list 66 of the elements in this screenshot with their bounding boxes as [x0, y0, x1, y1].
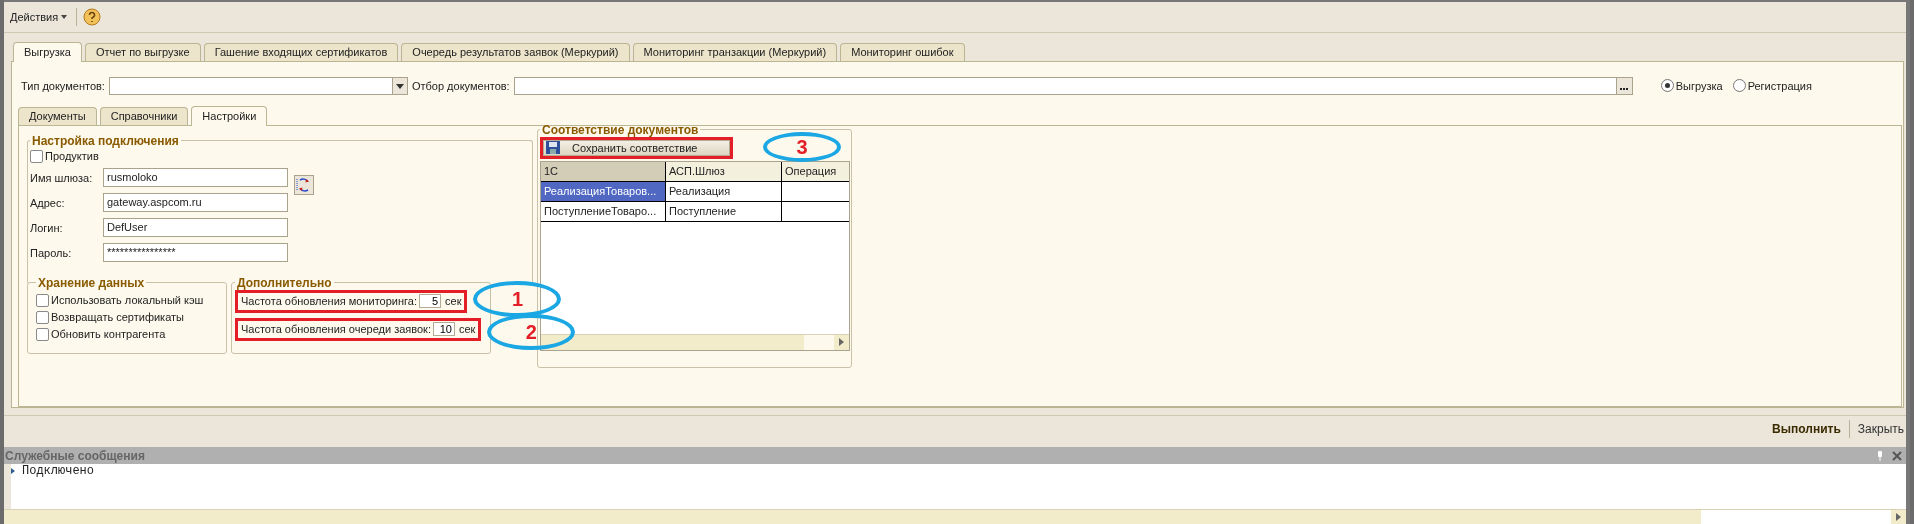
text-field[interactable]: rusmoloko: [103, 168, 288, 188]
radio-option[interactable]: Регистрация: [1732, 79, 1812, 93]
field-label: Имя шлюза:: [30, 171, 94, 184]
checkbox-option[interactable]: Обновить контрагента: [36, 325, 220, 343]
save-button[interactable]: Сохранить соответствие: [543, 139, 730, 156]
checkbox-option[interactable]: Использовать локальный кэш: [36, 291, 220, 309]
tab[interactable]: Гашение входящих сертификатов: [203, 42, 399, 61]
actions-menu[interactable]: Действия: [7, 8, 71, 25]
checkbox[interactable]: [30, 149, 43, 163]
tab[interactable]: Справочники: [99, 106, 189, 125]
horizontal-scrollbar[interactable]: [4, 509, 1906, 524]
tab[interactable]: Отчет по выгрузке: [84, 42, 201, 61]
field-label: Логин:: [30, 221, 64, 234]
tab[interactable]: Очередь результатов заявок (Меркурий): [401, 42, 630, 61]
group-title: Соответствие документов: [541, 122, 700, 137]
doc-type-field[interactable]: [108, 76, 408, 95]
horizontal-scrollbar[interactable]: [541, 333, 849, 350]
radio-icon[interactable]: [1660, 79, 1674, 93]
table-cell: Поступление: [666, 201, 782, 221]
caret-icon: [61, 14, 68, 19]
close-icon[interactable]: [1892, 450, 1902, 461]
tab[interactable]: Выгрузка: [13, 41, 82, 62]
column-header[interactable]: Операция: [782, 161, 849, 181]
checkbox[interactable]: [36, 327, 49, 341]
checkbox[interactable]: [36, 293, 49, 307]
field-label: Адрес:: [30, 196, 66, 209]
tab[interactable]: Мониторинг ошибок: [840, 42, 965, 61]
checkbox-option[interactable]: Возвращать сертификаты: [36, 308, 220, 326]
refresh-icon[interactable]: [294, 174, 314, 195]
unit-label: сек: [445, 295, 462, 308]
doc-filter-field[interactable]: [513, 76, 1633, 95]
panel-title: Служебные сообщения: [5, 448, 146, 463]
field-label: Частота обновления мониторинга:: [241, 295, 417, 308]
message-gutter: [4, 464, 11, 510]
field-label: Пароль:: [30, 246, 73, 259]
radio-icon[interactable]: [1732, 79, 1746, 93]
radio-option[interactable]: Выгрузка: [1660, 79, 1723, 93]
text-field[interactable]: DefUser: [103, 218, 288, 238]
column-header[interactable]: 1С: [541, 161, 666, 181]
group-title: Дополнительно: [236, 275, 333, 290]
table-cell: Реализация: [666, 181, 782, 201]
column-header[interactable]: АСП.Шлюз: [666, 161, 782, 181]
dropdown-icon[interactable]: [391, 77, 407, 94]
checkbox[interactable]: [36, 310, 49, 324]
text-field[interactable]: ****************: [103, 243, 288, 263]
group-title: Хранение данных: [37, 275, 146, 290]
field-label: Частота обновления очереди заявок:: [241, 323, 431, 336]
number-field[interactable]: 10: [432, 322, 455, 337]
pin-icon[interactable]: [1876, 449, 1884, 462]
unit-label: сек: [458, 323, 476, 336]
text-field[interactable]: gateway.aspcom.ru: [103, 193, 288, 213]
number-field[interactable]: 5: [419, 294, 441, 309]
group-title: Настройка подключения: [31, 133, 180, 148]
bullet-icon: [11, 468, 15, 475]
field-label: Тип документов:: [21, 79, 105, 92]
run-button[interactable]: Выполнить: [1770, 421, 1843, 436]
table-cell: ПоступлениеТоваро...: [541, 201, 666, 221]
more-icon[interactable]: [1615, 77, 1632, 94]
tab[interactable]: Мониторинг транзакции (Меркурий): [632, 42, 838, 61]
close-button[interactable]: Закрыть: [1855, 421, 1906, 436]
help-icon[interactable]: [83, 7, 102, 26]
tab[interactable]: Документы: [18, 106, 97, 125]
field-label: Отбор документов:: [411, 79, 510, 92]
message-text: Подключено: [22, 464, 94, 479]
tab[interactable]: Настройки: [191, 105, 268, 126]
checkbox-option[interactable]: Продуктив: [30, 147, 526, 165]
